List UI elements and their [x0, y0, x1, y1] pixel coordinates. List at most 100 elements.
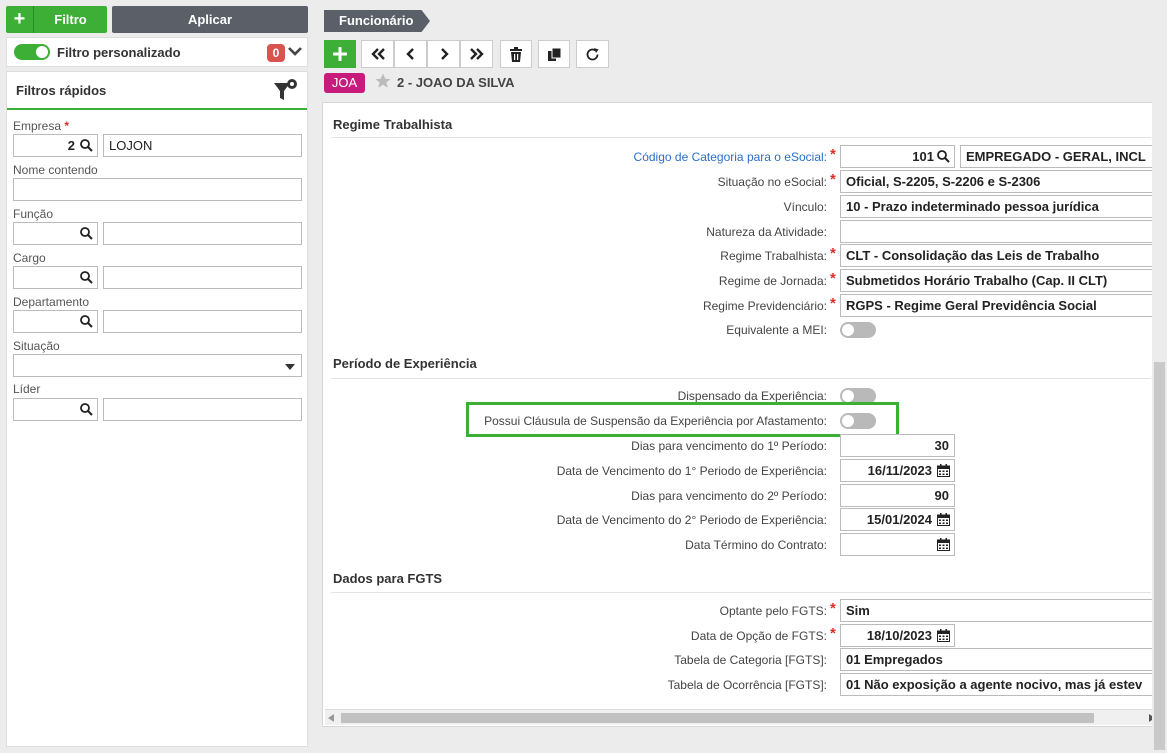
- horizontal-scrollbar[interactable]: [325, 709, 1158, 725]
- section-regime-trabalhista: Regime Trabalhista: [333, 117, 453, 132]
- calendar-icon[interactable]: [937, 464, 950, 477]
- departamento-name-input[interactable]: [103, 310, 302, 333]
- search-icon[interactable]: [80, 315, 93, 328]
- empresa-name-input[interactable]: LOJON: [103, 134, 302, 157]
- situacao-esocial-label: Situação no eSocial:: [717, 175, 827, 189]
- natureza-atividade-label: Natureza da Atividade:: [706, 225, 827, 239]
- departamento-label: Departamento: [13, 295, 90, 309]
- refresh-button[interactable]: [576, 40, 609, 68]
- copy-button[interactable]: [538, 40, 570, 68]
- nome-contendo-input[interactable]: [13, 178, 302, 201]
- vinculo-label: Vínculo:: [783, 200, 827, 214]
- filtro-personalizado-label: Filtro personalizado: [57, 44, 181, 60]
- empresa-code-value: 2: [67, 138, 75, 153]
- calendar-icon[interactable]: [937, 513, 950, 526]
- empresa-code-input[interactable]: 2: [13, 134, 98, 157]
- search-icon[interactable]: [80, 227, 93, 240]
- data-venc-1-label: Data de Vencimento do 1° Periodo de Expe…: [556, 464, 827, 478]
- aplicar-button[interactable]: Aplicar: [112, 6, 308, 33]
- divider: [331, 378, 1151, 379]
- regime-jornada-select[interactable]: Submetidos Horário Trabalho (Cap. II CLT…: [840, 269, 1160, 292]
- next-record-button[interactable]: [427, 40, 460, 68]
- section-dados-fgts: Dados para FGTS: [333, 571, 443, 586]
- vertical-scrollbar[interactable]: [1152, 0, 1167, 753]
- cargo-code-input[interactable]: [13, 266, 98, 289]
- quick-filters-box: Filtros rápidos Empresa * 2 LOJON Nome c…: [6, 71, 308, 747]
- data-opcao-fgts-label: Data de Opção de FGTS:: [690, 629, 827, 643]
- filtro-button[interactable]: + Filtro: [6, 6, 107, 33]
- regime-trabalhista-label: Regime Trabalhista:: [720, 249, 827, 263]
- filtro-personalizado-row: Filtro personalizado 0: [6, 37, 308, 67]
- codigo-categoria-label[interactable]: Código de Categoria para o eSocial:: [634, 150, 827, 164]
- search-icon[interactable]: [937, 150, 950, 163]
- required-marker: *: [830, 270, 836, 287]
- situacao-select[interactable]: [13, 354, 302, 377]
- situacao-esocial-select[interactable]: Oficial, S-2205, S-2206 e S-2306: [840, 170, 1160, 193]
- dias-1-periodo-input[interactable]: 30: [840, 434, 955, 457]
- record-tag: JOA: [324, 73, 365, 93]
- required-marker: *: [830, 600, 836, 617]
- vinculo-select[interactable]: 10 - Prazo indeterminado pessoa jurídica: [840, 195, 1160, 218]
- data-venc-1-input[interactable]: 16/11/2023: [840, 459, 955, 482]
- equivalente-mei-label: Equivalente a MEI:: [726, 323, 827, 337]
- clausula-suspensao-toggle[interactable]: [840, 413, 876, 429]
- dias-2-periodo-input[interactable]: 90: [840, 484, 955, 507]
- dias-2-periodo-label: Dias para vencimento do 2º Período:: [631, 489, 827, 503]
- data-venc-2-value: 15/01/2024: [866, 512, 932, 527]
- chevron-left-icon: [405, 48, 414, 60]
- vertical-scroll-thumb[interactable]: [1154, 362, 1165, 750]
- favorite-star-icon[interactable]: [374, 72, 392, 90]
- optante-fgts-label: Optante pelo FGTS:: [719, 604, 827, 618]
- record-title: 2 - JOAO DA SILVA: [397, 75, 515, 90]
- filter-count-badge: 0: [267, 44, 285, 62]
- tabela-categoria-select[interactable]: 01 Empregados: [840, 648, 1160, 671]
- breadcrumb[interactable]: Funcionário: [324, 10, 430, 32]
- quick-filters-header: Filtros rápidos: [7, 72, 307, 110]
- add-button[interactable]: [324, 40, 356, 68]
- codigo-categoria-input[interactable]: 101: [840, 145, 955, 168]
- funcao-name-input[interactable]: [103, 222, 302, 245]
- regime-trabalhista-select[interactable]: CLT - Consolidação das Leis de Trabalho: [840, 244, 1160, 267]
- divider: [331, 592, 1151, 593]
- refresh-icon: [586, 47, 599, 60]
- lider-name-input[interactable]: [103, 398, 302, 421]
- chevron-right-icon: [440, 48, 449, 60]
- dropdown-arrow-icon: [285, 364, 295, 370]
- dias-1-periodo-label: Dias para vencimento do 1º Período:: [631, 439, 827, 453]
- tabela-ocorrencia-select[interactable]: 01 Não exposição a agente nocivo, mas já…: [840, 673, 1160, 696]
- filter-panel: + Filtro Aplicar Filtro personalizado 0 …: [0, 0, 316, 753]
- regime-previdenciario-select[interactable]: RGPS - Regime Geral Previdência Social: [840, 294, 1160, 317]
- cargo-label: Cargo: [13, 251, 46, 265]
- calendar-icon[interactable]: [937, 538, 950, 551]
- optante-fgts-select[interactable]: Sim: [840, 599, 1160, 622]
- previous-record-button[interactable]: [394, 40, 427, 68]
- lider-label: Líder: [13, 382, 41, 396]
- first-record-button[interactable]: [361, 40, 394, 68]
- data-opcao-fgts-input[interactable]: 18/10/2023: [840, 624, 955, 647]
- filtro-personalizado-toggle[interactable]: [14, 44, 50, 60]
- delete-button[interactable]: [500, 40, 532, 68]
- record-form: Regime Trabalhista Código de Categoria p…: [322, 102, 1161, 727]
- cargo-name-input[interactable]: [103, 266, 302, 289]
- quick-filters-title: Filtros rápidos: [16, 82, 107, 98]
- last-record-button[interactable]: [460, 40, 493, 68]
- equivalente-mei-toggle[interactable]: [840, 322, 876, 338]
- scroll-left-arrow-icon[interactable]: [328, 714, 334, 722]
- chevron-down-icon[interactable]: [288, 42, 302, 62]
- search-icon[interactable]: [80, 403, 93, 416]
- horizontal-scroll-thumb[interactable]: [341, 713, 1094, 723]
- filter-settings-icon[interactable]: [273, 78, 299, 104]
- search-icon[interactable]: [80, 271, 93, 284]
- data-opcao-fgts-value: 18/10/2023: [866, 628, 932, 643]
- natureza-atividade-select[interactable]: [840, 220, 1160, 243]
- departamento-code-input[interactable]: [13, 310, 98, 333]
- search-icon[interactable]: [80, 139, 93, 152]
- double-chevron-left-icon: [370, 48, 385, 60]
- data-termino-input[interactable]: [840, 533, 955, 556]
- data-venc-2-input[interactable]: 15/01/2024: [840, 508, 955, 531]
- funcao-code-input[interactable]: [13, 222, 98, 245]
- double-chevron-right-icon: [469, 48, 484, 60]
- data-venc-2-label: Data de Vencimento do 2° Periodo de Expe…: [556, 513, 827, 527]
- lider-code-input[interactable]: [13, 398, 98, 421]
- calendar-icon[interactable]: [937, 629, 950, 642]
